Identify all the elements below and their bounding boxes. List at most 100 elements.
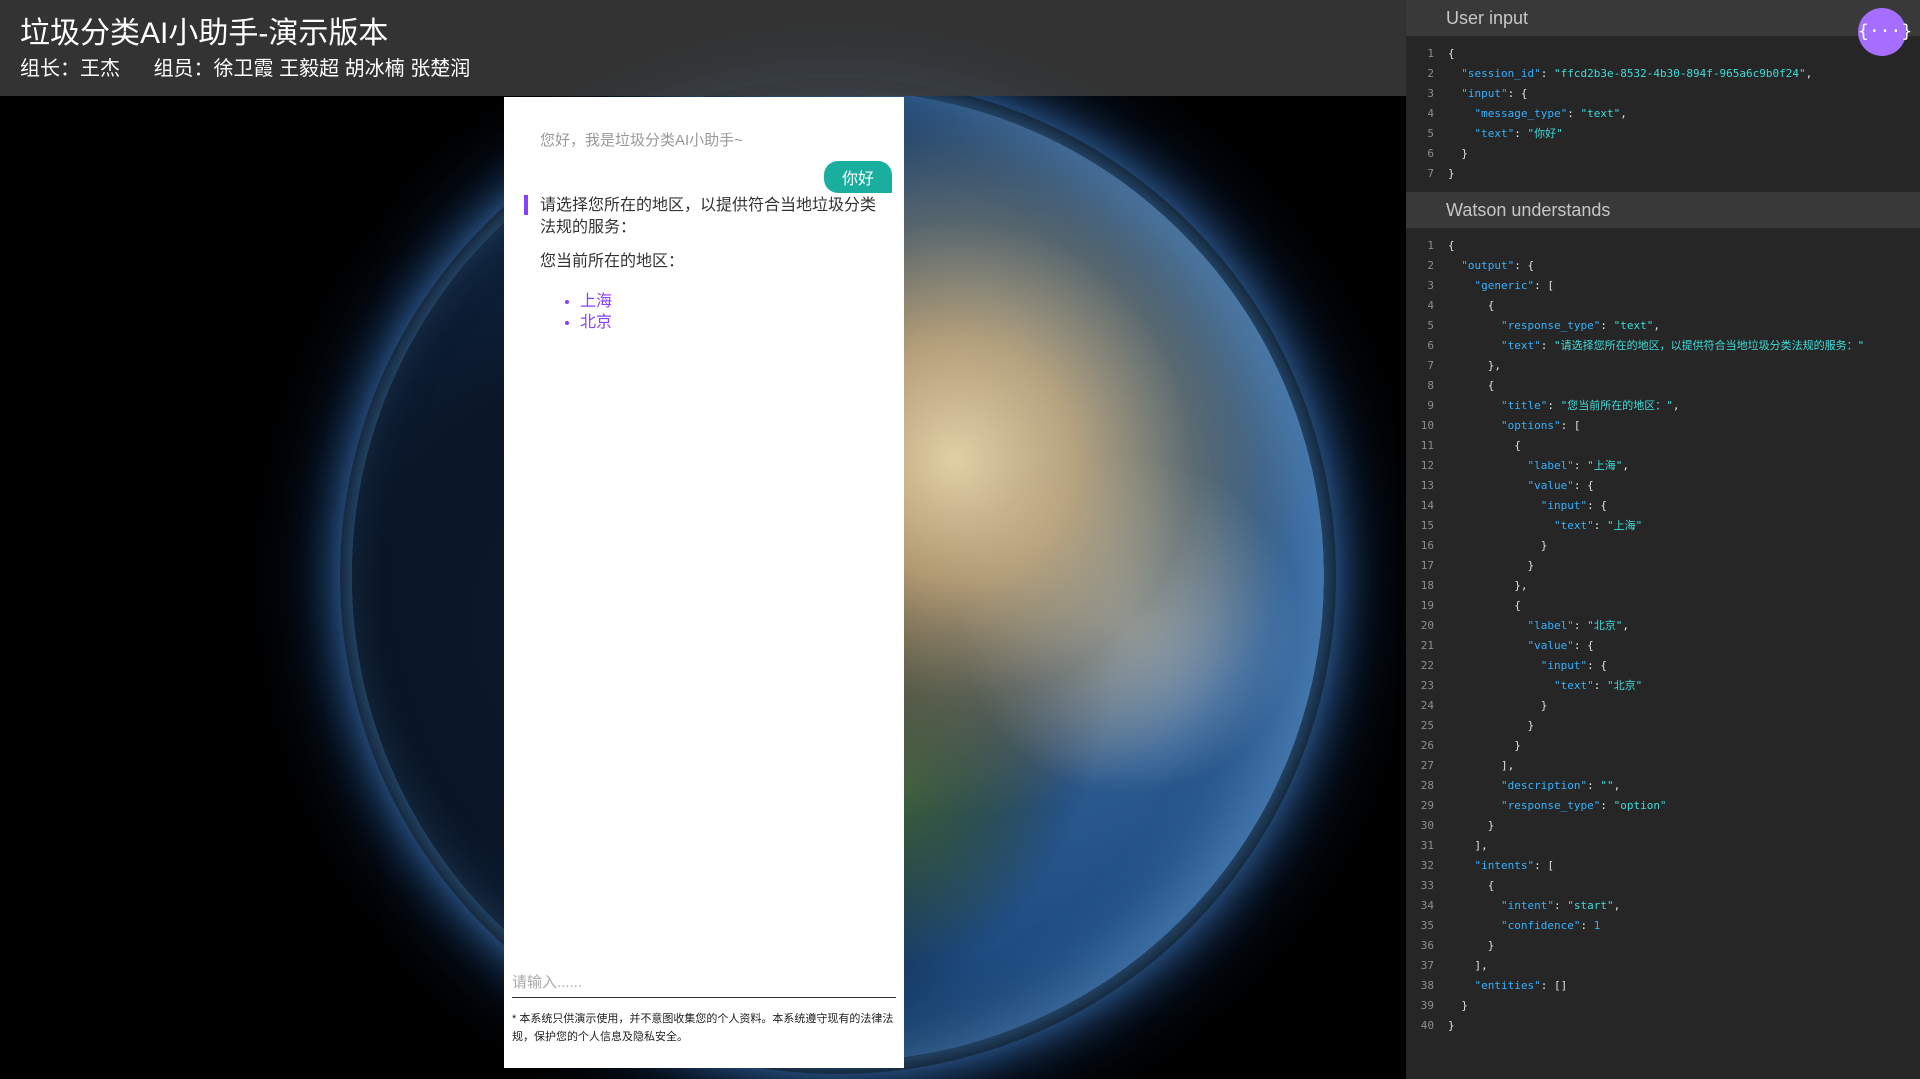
code-text: } <box>1448 999 1468 1012</box>
code-text: { <box>1448 439 1521 452</box>
disclaimer-text: * 本系统只供演示使用，并不意图收集您的个人资料。本系统遵守现有的法律法规，保护… <box>512 1013 894 1043</box>
code-line: 4 { <box>1406 296 1920 316</box>
code-text: ], <box>1448 839 1488 852</box>
option-beijing[interactable]: 北京 <box>580 312 889 333</box>
code-line: 5 "text": "你好" <box>1406 124 1920 144</box>
code-line: 40} <box>1406 1016 1920 1036</box>
bot-message: 请选择您所在的地区，以提供符合当地垃圾分类法规的服务： 您当前所在的地区： 上海… <box>524 195 889 333</box>
bot-message-accent <box>524 195 528 215</box>
code-line: 3 "generic": [ <box>1406 276 1920 296</box>
code-text: } <box>1448 559 1535 572</box>
code-text: } <box>1448 1019 1455 1032</box>
user-input-header: User input <box>1406 0 1920 36</box>
code-text: } <box>1448 167 1455 180</box>
code-line: 22 "input": { <box>1406 656 1920 676</box>
line-number: 27 <box>1420 759 1434 772</box>
code-line: 9 "title": "您当前所在的地区：", <box>1406 396 1920 416</box>
code-line: 19 { <box>1406 596 1920 616</box>
line-number: 7 <box>1427 167 1434 180</box>
chat-input[interactable] <box>512 967 896 998</box>
line-number: 6 <box>1427 147 1434 160</box>
code-text: { <box>1448 47 1455 60</box>
code-line: 20 "label": "北京", <box>1406 616 1920 636</box>
line-number: 2 <box>1427 67 1434 80</box>
option-shanghai[interactable]: 上海 <box>580 291 889 312</box>
code-text: ], <box>1448 959 1488 972</box>
code-text: "label": "上海", <box>1527 459 1629 472</box>
line-number: 20 <box>1420 619 1434 632</box>
code-text: "response_type": "option" <box>1500 799 1667 812</box>
line-number: 16 <box>1420 539 1434 552</box>
code-text: { <box>1448 879 1495 892</box>
code-text: "input": { <box>1540 499 1607 512</box>
code-text: "confidence": 1 <box>1500 919 1601 932</box>
code-text: "input": { <box>1461 87 1528 100</box>
code-line: 32 "intents": [ <box>1406 856 1920 876</box>
line-number: 39 <box>1420 999 1434 1012</box>
code-text: "intents": [ <box>1474 859 1554 872</box>
line-number: 9 <box>1427 399 1434 412</box>
code-line: 36 } <box>1406 936 1920 956</box>
line-number: 14 <box>1420 499 1434 512</box>
code-text: "output": { <box>1461 259 1535 272</box>
line-number: 37 <box>1420 959 1434 972</box>
line-number: 3 <box>1427 87 1434 100</box>
line-number: 35 <box>1420 919 1434 932</box>
code-line: 39 } <box>1406 996 1920 1016</box>
code-text: "label": "北京", <box>1527 619 1629 632</box>
code-text: } <box>1448 147 1468 160</box>
line-number: 3 <box>1427 279 1434 292</box>
code-line: 16 } <box>1406 536 1920 556</box>
line-number: 6 <box>1427 339 1434 352</box>
app-title: 垃圾分类AI小助手-演示版本 <box>20 17 389 50</box>
user-input-json: 1{2 "session_id": "ffcd2b3e-8532-4b30-89… <box>1406 44 1920 184</box>
line-number: 30 <box>1420 819 1434 832</box>
code-text: "title": "您当前所在的地区：", <box>1500 399 1680 412</box>
line-number: 2 <box>1427 259 1434 272</box>
user-input-title: User input <box>1446 8 1529 28</box>
line-number: 4 <box>1427 299 1434 312</box>
code-text: } <box>1448 699 1548 712</box>
code-line: 26 } <box>1406 736 1920 756</box>
code-text: "entities": [] <box>1474 979 1568 992</box>
code-text: } <box>1448 819 1495 832</box>
code-line: 4 "message_type": "text", <box>1406 104 1920 124</box>
line-number: 11 <box>1420 439 1434 452</box>
code-line: 3 "input": { <box>1406 84 1920 104</box>
line-number: 17 <box>1420 559 1434 572</box>
code-text: } <box>1448 719 1535 732</box>
watson-json: 1{2 "output": {3 "generic": [4 {5 "respo… <box>1406 236 1920 1036</box>
code-line: 1{ <box>1406 44 1920 64</box>
chat-panel: 您好，我是垃圾分类AI小助手~ 你好 请选择您所在的地区，以提供符合当地垃圾分类… <box>504 97 904 1068</box>
region-options: 上海 北京 <box>580 291 889 333</box>
line-number: 8 <box>1427 379 1434 392</box>
line-number: 15 <box>1420 519 1434 532</box>
team-leader: 组长：王杰 <box>20 58 120 80</box>
code-text: "response_type": "text", <box>1500 319 1660 332</box>
code-line: 38 "entities": [] <box>1406 976 1920 996</box>
code-text: "message_type": "text", <box>1474 107 1627 120</box>
code-text: ], <box>1448 759 1515 772</box>
code-line: 25 } <box>1406 716 1920 736</box>
line-number: 28 <box>1420 779 1434 792</box>
code-line: 33 { <box>1406 876 1920 896</box>
code-text: "generic": [ <box>1474 279 1554 292</box>
code-text: "text": "北京" <box>1553 679 1643 692</box>
code-text: { <box>1448 379 1495 392</box>
line-number: 33 <box>1420 879 1434 892</box>
team-member-list: 组员：徐卫霞 王毅超 胡冰楠 张楚润 <box>153 58 471 80</box>
code-line: 2 "output": { <box>1406 256 1920 276</box>
bot-message-text: 请选择您所在的地区，以提供符合当地垃圾分类法规的服务： <box>540 197 877 236</box>
code-line: 15 "text": "上海" <box>1406 516 1920 536</box>
code-line: 14 "input": { <box>1406 496 1920 516</box>
line-number: 5 <box>1427 127 1434 140</box>
line-number: 29 <box>1420 799 1434 812</box>
app-header: 垃圾分类AI小助手-演示版本 组长：王杰 组员：徐卫霞 王毅超 胡冰楠 张楚润 <box>0 0 1406 96</box>
line-number: 38 <box>1420 979 1434 992</box>
line-number: 36 <box>1420 939 1434 952</box>
watson-header: Watson understands <box>1406 192 1920 228</box>
user-message-bubble: 你好 <box>823 161 892 193</box>
code-line: 27 ], <box>1406 756 1920 776</box>
code-text: "description": "", <box>1500 779 1621 792</box>
code-text: }, <box>1448 579 1528 592</box>
